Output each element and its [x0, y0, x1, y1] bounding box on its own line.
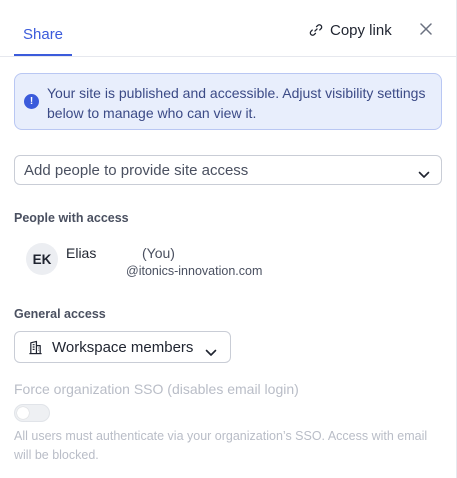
info-banner: ! Your site is published and accessible.… [14, 73, 442, 130]
close-icon [420, 22, 432, 40]
sso-description: All users must authenticate via your org… [14, 429, 428, 462]
sso-toggle[interactable] [14, 404, 50, 422]
person-email: @itonics-innovation.com [126, 264, 263, 278]
general-access-title: General access [14, 307, 106, 321]
copy-link-label: Copy link [330, 21, 392, 39]
chevron-down-icon [205, 344, 217, 362]
close-button[interactable] [415, 20, 437, 42]
tab-share[interactable]: Share [14, 18, 73, 56]
copy-link-button[interactable]: Copy link [309, 19, 392, 41]
add-people-select[interactable]: Add people to provide site access [14, 155, 442, 185]
link-icon [309, 23, 323, 37]
share-dialog: Share Copy link ! Your site is published… [0, 0, 457, 478]
avatar: EK [26, 243, 58, 275]
toggle-knob [17, 407, 29, 419]
person-name: Elias [66, 245, 97, 261]
chevron-down-icon [418, 166, 430, 184]
header-divider [0, 56, 456, 57]
info-icon: ! [24, 94, 39, 109]
banner-text: Your site is published and accessible. A… [47, 85, 426, 121]
person-you-tag: (You) [142, 245, 175, 261]
people-with-access-title: People with access [14, 211, 129, 225]
sso-title: Force organization SSO (disables email l… [14, 381, 299, 397]
add-people-placeholder: Add people to provide site access [24, 162, 249, 179]
building-icon [28, 340, 43, 360]
general-access-select[interactable]: Workspace members [14, 331, 231, 363]
general-access-value: Workspace members [52, 339, 194, 356]
